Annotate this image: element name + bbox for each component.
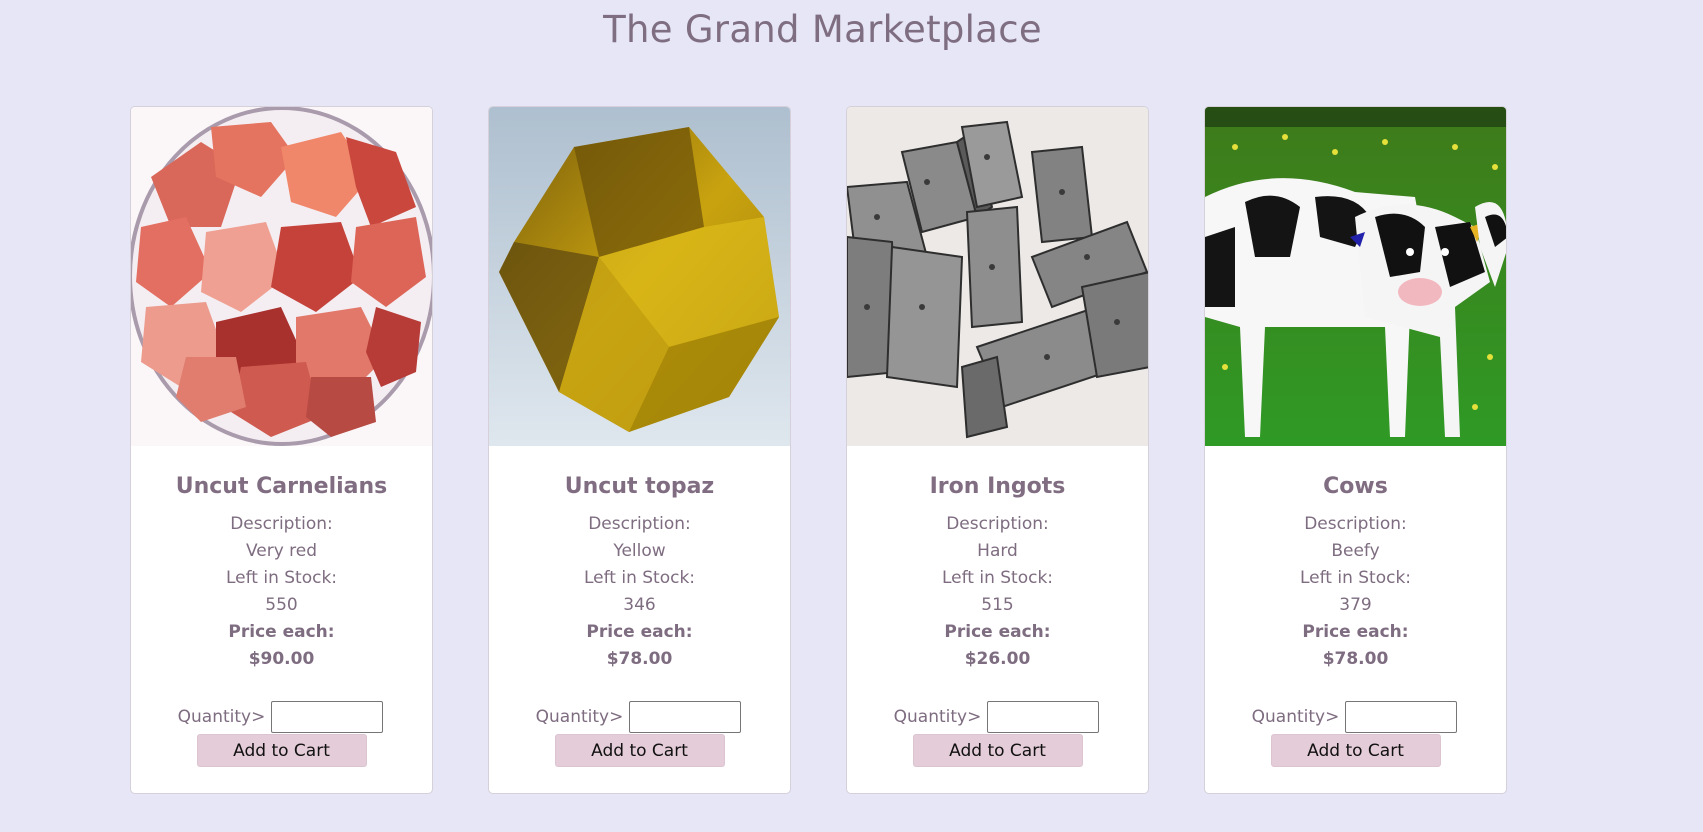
quantity-input[interactable] [1345, 701, 1458, 733]
price-label: Price each: [944, 622, 1051, 642]
description-label: Description: [230, 514, 333, 534]
description-label: Description: [946, 514, 1049, 534]
description-value: Very red [245, 541, 318, 561]
description-label: Description: [1304, 514, 1407, 534]
carnelian-stones-image [131, 107, 432, 446]
stock-value: 379 [1339, 595, 1372, 615]
stock-value: 346 [623, 595, 656, 615]
cows-image [1205, 107, 1506, 446]
quantity-label: Quantity> [177, 707, 266, 727]
quantity-input[interactable] [629, 701, 742, 733]
topaz-crystal-image [489, 107, 790, 446]
product-name: Iron Ingots [929, 474, 1066, 499]
product-card: Uncut Carnelians Description: Very red L… [130, 106, 433, 794]
stock-value: 550 [265, 595, 298, 615]
price-label: Price each: [586, 622, 693, 642]
price-value: $78.00 [606, 649, 673, 669]
stock-label: Left in Stock: [225, 568, 338, 588]
page-title: The Grand Marketplace [603, 8, 1042, 51]
quantity-label: Quantity> [535, 707, 624, 727]
add-to-cart-button[interactable]: Add to Cart [554, 734, 725, 767]
price-label: Price each: [1302, 622, 1409, 642]
add-to-cart-button[interactable]: Add to Cart [1270, 734, 1441, 767]
description-label: Description: [588, 514, 691, 534]
product-name: Uncut Carnelians [175, 474, 388, 499]
add-to-cart-button[interactable]: Add to Cart [912, 734, 1083, 767]
product-card: Cows Description: Beefy Left in Stock: 3… [1204, 106, 1507, 794]
quantity-input[interactable] [987, 701, 1100, 733]
product-name: Cows [1323, 474, 1388, 499]
description-value: Beefy [1331, 541, 1380, 561]
iron-ingots-image [847, 107, 1148, 446]
price-value: $78.00 [1322, 649, 1389, 669]
quantity-input[interactable] [271, 701, 384, 733]
stock-label: Left in Stock: [941, 568, 1054, 588]
stock-label: Left in Stock: [1299, 568, 1412, 588]
add-to-cart-button[interactable]: Add to Cart [196, 734, 367, 767]
price-value: $26.00 [964, 649, 1031, 669]
description-value: Hard [977, 541, 1018, 561]
stock-value: 515 [981, 595, 1014, 615]
quantity-label: Quantity> [1251, 707, 1340, 727]
product-card: Uncut topaz Description: Yellow Left in … [488, 106, 791, 794]
quantity-label: Quantity> [893, 707, 982, 727]
stock-label: Left in Stock: [583, 568, 696, 588]
price-label: Price each: [228, 622, 335, 642]
description-value: Yellow [613, 541, 666, 561]
product-card: Iron Ingots Description: Hard Left in St… [846, 106, 1149, 794]
product-name: Uncut topaz [564, 474, 715, 499]
product-grid: Uncut Carnelians Description: Very red L… [130, 106, 1507, 794]
price-value: $90.00 [248, 649, 315, 669]
